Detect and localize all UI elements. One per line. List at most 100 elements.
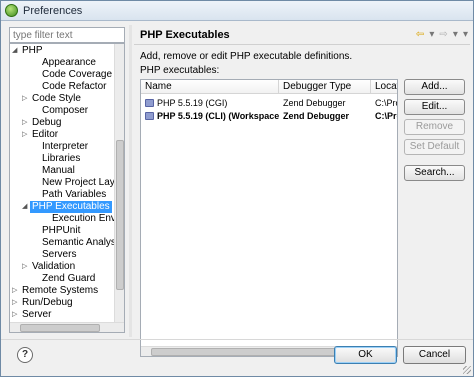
panel-sash[interactable] bbox=[129, 25, 132, 337]
tree-item-label: Interpreter bbox=[42, 141, 89, 152]
php-executable-icon bbox=[145, 112, 154, 120]
filter-input[interactable] bbox=[9, 27, 125, 43]
expanded-arrow-icon[interactable]: ◢ bbox=[12, 45, 20, 57]
tree-item[interactable]: Interpreter bbox=[10, 141, 114, 153]
tree-item-label: PHPUnit bbox=[42, 225, 81, 236]
cancel-button[interactable]: Cancel bbox=[403, 346, 466, 364]
remove-button[interactable]: Remove bbox=[404, 119, 465, 135]
tree-item-label: Libraries bbox=[42, 153, 81, 164]
edit-button[interactable]: Edit... bbox=[404, 99, 465, 115]
row-location: C:\Pro bbox=[375, 98, 398, 108]
title-bar[interactable]: Preferences bbox=[1, 1, 473, 21]
column-header-location[interactable]: Locatio bbox=[371, 80, 397, 94]
footer-separator bbox=[1, 339, 473, 340]
view-menu-icon[interactable]: ▾ bbox=[463, 29, 468, 40]
tree-item[interactable]: ▷ Run/Debug bbox=[10, 297, 114, 309]
tree-item[interactable]: ▷ Code Style bbox=[10, 93, 114, 105]
tree-item-label: PHP bbox=[22, 45, 43, 56]
tree-item[interactable]: ▷ Validation bbox=[10, 261, 114, 273]
tree-item[interactable]: ◢ PHP bbox=[10, 45, 114, 57]
tree-item-label: Remote Systems bbox=[22, 285, 99, 296]
executables-table: Name Debugger Type Locatio PHP 5.5.19 (C… bbox=[140, 79, 398, 357]
collapsed-arrow-icon[interactable]: ▷ bbox=[22, 129, 30, 141]
eclipse-icon bbox=[5, 4, 18, 17]
tree-item[interactable]: Libraries bbox=[10, 153, 114, 165]
tree-horizontal-scrollbar[interactable] bbox=[10, 322, 124, 332]
tree-item-label: Code Style bbox=[32, 93, 81, 104]
tree-vertical-scrollbar[interactable] bbox=[114, 44, 124, 322]
tree-item[interactable]: ▷ Server bbox=[10, 309, 114, 321]
set-default-button[interactable]: Set Default bbox=[404, 139, 465, 155]
ok-button[interactable]: OK bbox=[334, 346, 397, 364]
tree-item[interactable]: Composer bbox=[10, 105, 114, 117]
tree-item-label: Code Coverage bbox=[42, 69, 113, 80]
resize-grip-icon[interactable] bbox=[463, 366, 471, 374]
tree-item-label: Appearance bbox=[42, 57, 96, 68]
window-title: Preferences bbox=[23, 5, 83, 17]
tree-item-label: Path Variables bbox=[42, 189, 107, 200]
tree-item-label: Manual bbox=[42, 165, 75, 176]
tree-item[interactable]: ▷ Editor bbox=[10, 129, 114, 141]
collapsed-arrow-icon[interactable]: ▷ bbox=[12, 309, 20, 321]
tree-item-label: Debug bbox=[32, 117, 62, 128]
tree-item[interactable]: PHPUnit bbox=[10, 225, 114, 237]
table-row[interactable]: PHP 5.5.19 (CLI) (Workspace ... Zend Deb… bbox=[141, 110, 397, 122]
tree-item[interactable]: Execution Enviro bbox=[10, 213, 124, 225]
tree-horizontal-scroll-thumb[interactable] bbox=[20, 324, 100, 332]
tree-item[interactable]: Zend Guard bbox=[10, 273, 114, 285]
executables-label: PHP executables: bbox=[140, 65, 220, 76]
collapsed-arrow-icon[interactable]: ▷ bbox=[22, 93, 30, 105]
tree-item[interactable]: Servers bbox=[10, 249, 114, 261]
forward-arrow-icon[interactable]: ⇨ bbox=[439, 29, 447, 40]
table-header: Name Debugger Type Locatio bbox=[141, 80, 397, 94]
php-executable-icon bbox=[145, 99, 154, 107]
forward-dropdown-icon[interactable]: ▾ bbox=[453, 29, 458, 40]
back-arrow-icon[interactable]: ⇦ bbox=[416, 29, 424, 40]
help-icon[interactable]: ? bbox=[17, 347, 33, 363]
back-dropdown-icon[interactable]: ▾ bbox=[429, 29, 434, 40]
tree-item-label: PHP Executables bbox=[30, 201, 112, 213]
page-header: PHP Executables ⇦ ▾ ⇨ ▾ ▾ bbox=[134, 25, 470, 45]
row-name: PHP 5.5.19 (CLI) (Workspace ... bbox=[157, 111, 279, 121]
tree-item[interactable]: Code Refactor bbox=[10, 81, 114, 93]
row-debugger-type: Zend Debugger bbox=[283, 98, 346, 108]
row-name: PHP 5.5.19 (CGI) bbox=[157, 98, 228, 108]
collapsed-arrow-icon[interactable]: ▷ bbox=[22, 117, 30, 129]
collapsed-arrow-icon[interactable]: ▷ bbox=[12, 285, 20, 297]
column-header-debugger-type[interactable]: Debugger Type bbox=[279, 80, 371, 94]
preferences-tree: ▷ Server ▷ Run/Debug ▷ Remote Systems Zend Gua… bbox=[9, 43, 125, 333]
page-title: PHP Executables bbox=[140, 29, 230, 41]
row-debugger-type: Zend Debugger bbox=[283, 111, 350, 121]
expanded-arrow-icon[interactable]: ◢ bbox=[22, 201, 30, 213]
tree-item[interactable]: Semantic Analysis bbox=[10, 237, 123, 249]
preferences-window: Preferences ▷Server▷Run/Debug▷Remote Sys… bbox=[0, 0, 474, 377]
tree-item-label: Code Refactor bbox=[42, 81, 107, 92]
page-description: Add, remove or edit PHP executable defin… bbox=[140, 51, 353, 62]
tree-item-label: New Project Layout bbox=[42, 177, 125, 188]
tree-item-label: Zend Guard bbox=[42, 273, 96, 284]
tree-item-label: Editor bbox=[32, 129, 59, 140]
tree-item-label: Servers bbox=[42, 249, 77, 260]
tree-item[interactable]: Appearance bbox=[10, 57, 114, 69]
preference-page: PHP Executables ⇦ ▾ ⇨ ▾ ▾ Add, remove or… bbox=[134, 25, 470, 357]
tree-item[interactable]: ▷ Remote Systems bbox=[10, 285, 114, 297]
collapsed-arrow-icon[interactable]: ▷ bbox=[22, 261, 30, 273]
page-navigation: ⇦ ▾ ⇨ ▾ ▾ bbox=[414, 28, 468, 42]
tree-item[interactable]: ▷ Debug bbox=[10, 117, 114, 129]
row-location: C:\Pro bbox=[375, 111, 397, 121]
tree-item[interactable]: New Project Layout bbox=[10, 177, 124, 189]
tree-item[interactable]: Code Coverage bbox=[10, 69, 114, 81]
add-button[interactable]: Add... bbox=[404, 79, 465, 95]
tree-item-label: Server bbox=[22, 309, 52, 320]
tree-item-label: Semantic Analysis bbox=[42, 237, 124, 248]
tree-item-label: Run/Debug bbox=[22, 297, 73, 308]
search-button[interactable]: Search... bbox=[404, 165, 465, 181]
table-row[interactable]: PHP 5.5.19 (CGI) Zend Debugger C:\Pro bbox=[141, 97, 398, 109]
tree-item[interactable]: Path Variables bbox=[10, 189, 114, 201]
tree-vertical-scroll-thumb[interactable] bbox=[116, 140, 124, 290]
tree-item[interactable]: Manual bbox=[10, 165, 114, 177]
column-header-name[interactable]: Name bbox=[141, 80, 279, 94]
collapsed-arrow-icon[interactable]: ▷ bbox=[12, 297, 20, 309]
tree-item-label: Composer bbox=[42, 105, 89, 116]
tree-item[interactable]: ◢ PHP Executables bbox=[10, 201, 114, 213]
